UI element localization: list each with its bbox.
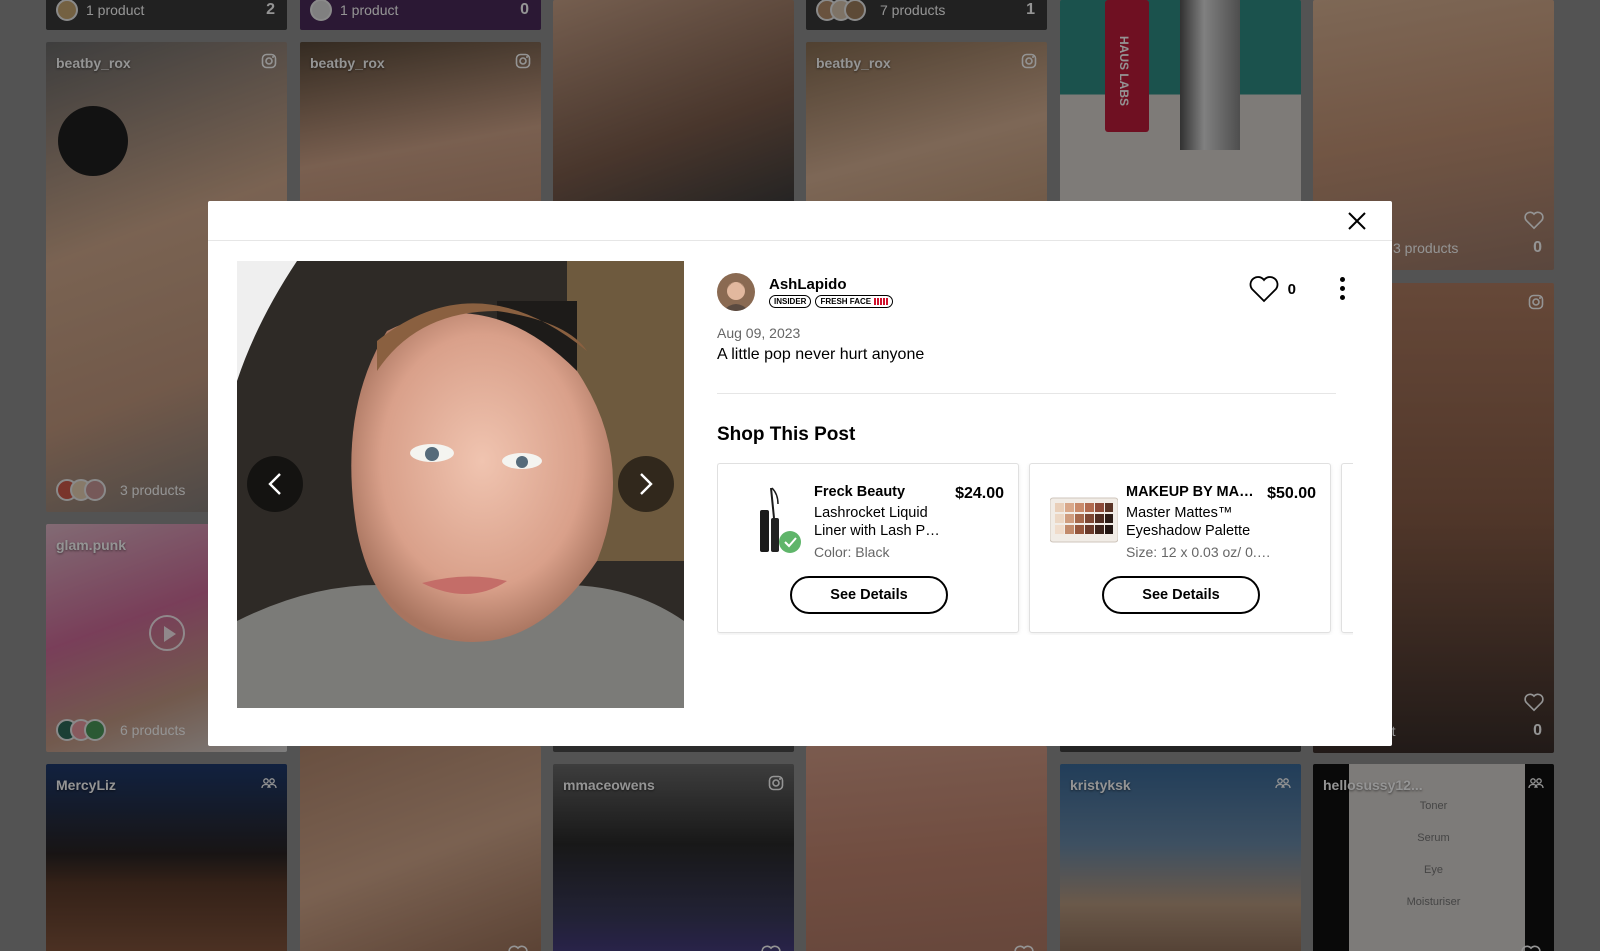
gallery-tile[interactable]: mmaceowens bbox=[553, 764, 794, 951]
routine-step: Moisturiser bbox=[1406, 896, 1461, 908]
tile-product-count: 3 products bbox=[120, 482, 186, 498]
routine-step: Toner bbox=[1419, 800, 1448, 812]
gallery-tile[interactable]: HAUS LABS bbox=[1060, 0, 1301, 210]
gallery-tile[interactable]: kristyksk bbox=[1060, 764, 1301, 951]
product-price: $24.00 bbox=[955, 485, 1004, 502]
avatar[interactable] bbox=[717, 273, 755, 311]
instagram-icon bbox=[1528, 294, 1544, 310]
author-name[interactable]: AshLapido bbox=[769, 276, 893, 294]
compact-image bbox=[58, 106, 128, 176]
kebab-dot bbox=[1340, 286, 1345, 291]
eyeliner-product-image bbox=[760, 487, 801, 553]
kebab-dot bbox=[1340, 277, 1345, 282]
instagram-icon bbox=[1021, 53, 1037, 69]
product-variant: Size: 12 x 0.03 oz/ 0.9 g bbox=[1126, 544, 1276, 560]
post-image bbox=[237, 261, 684, 708]
tile-product-count: 1 product bbox=[86, 2, 145, 18]
chevron-right-icon bbox=[640, 473, 653, 495]
gallery-tile[interactable]: MercyLiz bbox=[46, 764, 287, 951]
community-icon bbox=[261, 778, 277, 789]
product-carousel[interactable]: Freck Beauty $24.00 Lashrocket Liquid Li… bbox=[717, 463, 1353, 635]
instagram-icon bbox=[515, 53, 531, 69]
heart-icon[interactable] bbox=[1520, 944, 1542, 951]
tile-like-count: 1 bbox=[1026, 1, 1035, 18]
post-date: Aug 09, 2023 bbox=[717, 325, 801, 341]
product-price: $50.00 bbox=[1267, 485, 1316, 502]
heart-icon bbox=[1249, 276, 1279, 303]
previous-image-button[interactable] bbox=[247, 456, 303, 512]
fresh-face-badge: FRESH FACE bbox=[815, 295, 894, 308]
tier-bars-icon bbox=[874, 298, 889, 305]
tile-like-count: 2 bbox=[266, 1, 275, 18]
post-modal: AshLapido INSIDER FRESH FACE 0 Aug 09, 2… bbox=[208, 201, 1392, 746]
bottle-label: HAUS LABS bbox=[1117, 36, 1131, 107]
author-badges: INSIDER FRESH FACE bbox=[769, 295, 894, 308]
tile-like-count: 0 bbox=[520, 1, 529, 18]
product-card[interactable]: Freck Beauty $24.00 Lashrocket Liquid Li… bbox=[717, 463, 1019, 633]
tile-product-count: 6 products bbox=[120, 722, 186, 738]
see-details-button[interactable]: See Details bbox=[1102, 576, 1260, 614]
product-card[interactable] bbox=[1341, 463, 1353, 633]
product-card[interactable]: MAKEUP BY MARIO $50.00 Master Mattes™ Ey… bbox=[1029, 463, 1331, 633]
tile-username: MercyLiz bbox=[56, 777, 116, 793]
product-name-line: Master Mattes™ bbox=[1126, 505, 1233, 521]
tile-username: glam.punk bbox=[56, 537, 127, 553]
gallery-tile[interactable]: 7 products 1 bbox=[806, 0, 1047, 30]
badge-label: FRESH FACE bbox=[820, 297, 872, 306]
routine-step: Serum bbox=[1417, 832, 1450, 844]
tile-product-count: 3 products bbox=[1393, 240, 1459, 256]
heart-icon[interactable] bbox=[1523, 692, 1545, 712]
modal-header bbox=[208, 201, 1392, 241]
next-image-button[interactable] bbox=[618, 456, 674, 512]
community-icon bbox=[1528, 778, 1544, 789]
product-name-line: Eyeshadow Palette bbox=[1126, 523, 1251, 539]
heart-icon[interactable] bbox=[1523, 210, 1545, 230]
heart-icon[interactable] bbox=[1013, 944, 1035, 951]
product-name-line: Lashrocket Liquid bbox=[814, 505, 928, 521]
heart-icon[interactable] bbox=[760, 944, 782, 951]
product-brand: MAKEUP BY MARIO bbox=[1126, 484, 1264, 500]
post-info: AshLapido INSIDER FRESH FACE 0 Aug 09, 2… bbox=[717, 273, 1352, 446]
routine-step: Eye bbox=[1424, 864, 1443, 876]
tile-product-count: 7 products bbox=[880, 2, 946, 18]
tile-like-count: 0 bbox=[1533, 722, 1542, 739]
gallery-tile[interactable] bbox=[553, 0, 794, 210]
chevron-left-icon bbox=[268, 473, 281, 495]
product-name: Master Mattes™ Eyeshadow Palette bbox=[1126, 504, 1256, 540]
community-icon bbox=[1275, 778, 1291, 789]
selfie-photo bbox=[237, 261, 684, 708]
more-options-button[interactable] bbox=[1332, 275, 1352, 305]
divider bbox=[717, 393, 1336, 394]
tile-username: beatby_rox bbox=[310, 55, 385, 71]
tile-username: mmaceowens bbox=[563, 777, 655, 793]
tile-username: beatby_rox bbox=[56, 55, 131, 71]
kebab-dot bbox=[1340, 295, 1345, 300]
product-variant: Color: Black bbox=[814, 544, 890, 560]
eyeshadow-palette-image bbox=[1050, 497, 1118, 543]
see-details-button[interactable]: See Details bbox=[790, 576, 948, 614]
gallery-tile[interactable]: 1 product 0 bbox=[300, 0, 541, 30]
play-icon[interactable] bbox=[149, 615, 185, 651]
gallery-tile[interactable]: 1 product 2 bbox=[46, 0, 287, 30]
tile-like-count: 0 bbox=[1533, 239, 1542, 256]
insider-badge: INSIDER bbox=[769, 295, 812, 308]
like-count: 0 bbox=[1287, 280, 1296, 298]
gallery-tile[interactable]: hellosussy12... Toner Serum Eye Moisturi… bbox=[1313, 764, 1554, 951]
shop-this-post-heading: Shop This Post bbox=[717, 424, 856, 445]
tile-username: kristyksk bbox=[1070, 777, 1131, 793]
instagram-icon bbox=[261, 53, 277, 69]
product-brand: Freck Beauty bbox=[814, 484, 906, 500]
tile-username: beatby_rox bbox=[816, 55, 891, 71]
close-icon[interactable] bbox=[1346, 210, 1368, 232]
tile-product-count: 1 product bbox=[340, 2, 399, 18]
gallery-tile[interactable] bbox=[300, 746, 541, 951]
like-button[interactable]: 0 bbox=[1248, 275, 1296, 303]
product-name-line: Liner with Lash Primer bbox=[814, 523, 944, 539]
instagram-icon bbox=[768, 775, 784, 791]
heart-icon[interactable] bbox=[507, 944, 529, 951]
product-name: Lashrocket Liquid Liner with Lash Primer bbox=[814, 504, 944, 540]
gallery-tile[interactable] bbox=[806, 746, 1047, 951]
post-caption: A little pop never hurt anyone bbox=[717, 346, 925, 363]
